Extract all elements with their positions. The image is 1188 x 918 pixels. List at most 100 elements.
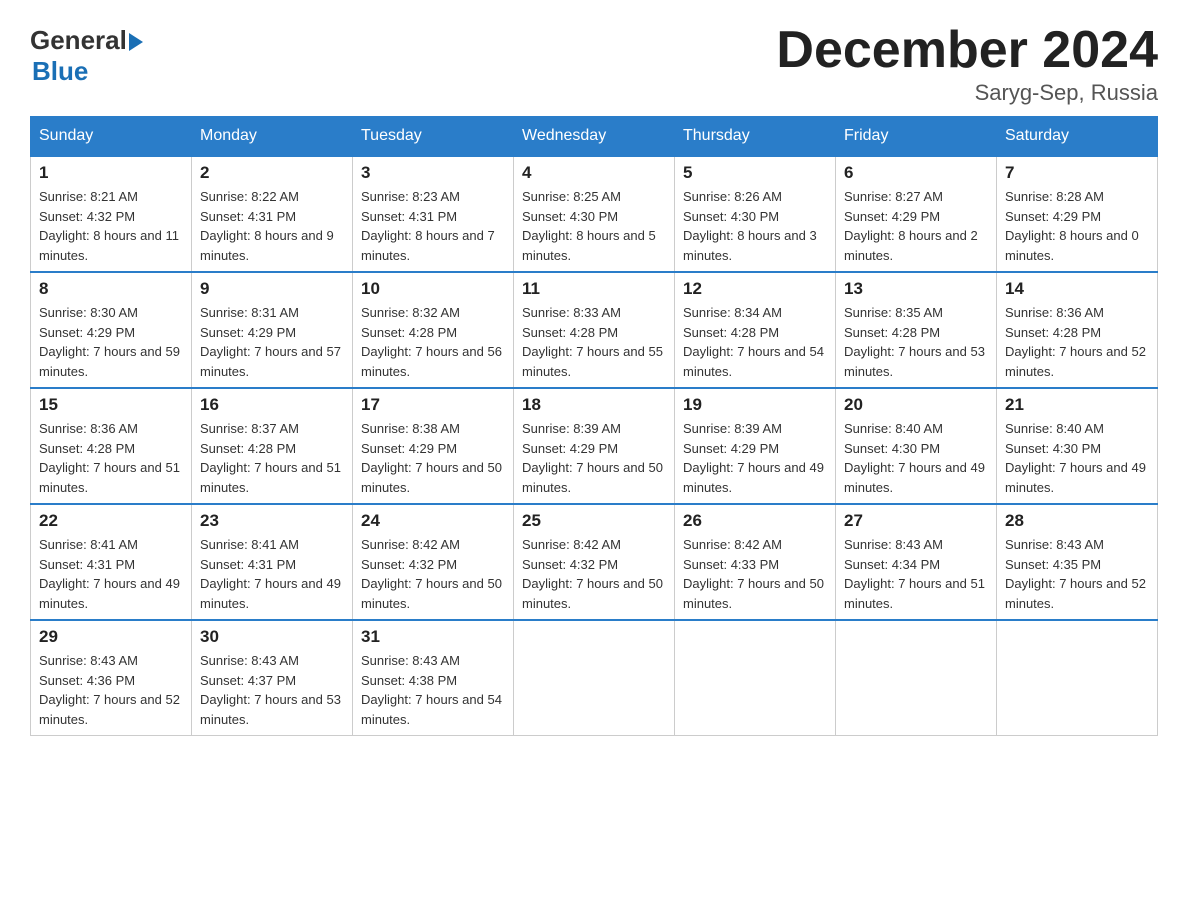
page-header: General Blue December 2024 Saryg-Sep, Ru… — [30, 20, 1158, 106]
day-info: Sunrise: 8:42 AM Sunset: 4:33 PM Dayligh… — [683, 535, 827, 613]
calendar-cell: 17 Sunrise: 8:38 AM Sunset: 4:29 PM Dayl… — [353, 388, 514, 504]
day-info: Sunrise: 8:26 AM Sunset: 4:30 PM Dayligh… — [683, 187, 827, 265]
day-info: Sunrise: 8:40 AM Sunset: 4:30 PM Dayligh… — [1005, 419, 1149, 497]
col-sunday: Sunday — [31, 117, 192, 157]
calendar-cell: 26 Sunrise: 8:42 AM Sunset: 4:33 PM Dayl… — [675, 504, 836, 620]
day-number: 24 — [361, 511, 505, 531]
calendar-cell — [675, 620, 836, 736]
logo-general-text: General — [30, 25, 127, 56]
day-number: 5 — [683, 163, 827, 183]
day-info: Sunrise: 8:30 AM Sunset: 4:29 PM Dayligh… — [39, 303, 183, 381]
calendar-cell: 3 Sunrise: 8:23 AM Sunset: 4:31 PM Dayli… — [353, 156, 514, 272]
day-number: 3 — [361, 163, 505, 183]
day-number: 27 — [844, 511, 988, 531]
day-info: Sunrise: 8:31 AM Sunset: 4:29 PM Dayligh… — [200, 303, 344, 381]
week-row-4: 22 Sunrise: 8:41 AM Sunset: 4:31 PM Dayl… — [31, 504, 1158, 620]
day-info: Sunrise: 8:32 AM Sunset: 4:28 PM Dayligh… — [361, 303, 505, 381]
day-number: 17 — [361, 395, 505, 415]
week-row-5: 29 Sunrise: 8:43 AM Sunset: 4:36 PM Dayl… — [31, 620, 1158, 736]
day-info: Sunrise: 8:23 AM Sunset: 4:31 PM Dayligh… — [361, 187, 505, 265]
calendar-cell: 24 Sunrise: 8:42 AM Sunset: 4:32 PM Dayl… — [353, 504, 514, 620]
day-info: Sunrise: 8:35 AM Sunset: 4:28 PM Dayligh… — [844, 303, 988, 381]
calendar-cell: 21 Sunrise: 8:40 AM Sunset: 4:30 PM Dayl… — [997, 388, 1158, 504]
week-row-3: 15 Sunrise: 8:36 AM Sunset: 4:28 PM Dayl… — [31, 388, 1158, 504]
col-thursday: Thursday — [675, 117, 836, 157]
calendar-cell: 22 Sunrise: 8:41 AM Sunset: 4:31 PM Dayl… — [31, 504, 192, 620]
calendar-cell: 27 Sunrise: 8:43 AM Sunset: 4:34 PM Dayl… — [836, 504, 997, 620]
calendar-cell: 7 Sunrise: 8:28 AM Sunset: 4:29 PM Dayli… — [997, 156, 1158, 272]
day-number: 9 — [200, 279, 344, 299]
day-number: 1 — [39, 163, 183, 183]
title-section: December 2024 Saryg-Sep, Russia — [776, 20, 1158, 106]
day-number: 22 — [39, 511, 183, 531]
logo: General Blue — [30, 20, 143, 87]
day-info: Sunrise: 8:36 AM Sunset: 4:28 PM Dayligh… — [1005, 303, 1149, 381]
day-info: Sunrise: 8:33 AM Sunset: 4:28 PM Dayligh… — [522, 303, 666, 381]
day-info: Sunrise: 8:43 AM Sunset: 4:36 PM Dayligh… — [39, 651, 183, 729]
calendar-cell: 20 Sunrise: 8:40 AM Sunset: 4:30 PM Dayl… — [836, 388, 997, 504]
calendar-cell — [997, 620, 1158, 736]
day-info: Sunrise: 8:43 AM Sunset: 4:38 PM Dayligh… — [361, 651, 505, 729]
day-number: 6 — [844, 163, 988, 183]
day-info: Sunrise: 8:38 AM Sunset: 4:29 PM Dayligh… — [361, 419, 505, 497]
day-info: Sunrise: 8:43 AM Sunset: 4:34 PM Dayligh… — [844, 535, 988, 613]
week-row-2: 8 Sunrise: 8:30 AM Sunset: 4:29 PM Dayli… — [31, 272, 1158, 388]
day-number: 30 — [200, 627, 344, 647]
calendar-cell: 28 Sunrise: 8:43 AM Sunset: 4:35 PM Dayl… — [997, 504, 1158, 620]
day-number: 15 — [39, 395, 183, 415]
calendar-cell: 2 Sunrise: 8:22 AM Sunset: 4:31 PM Dayli… — [192, 156, 353, 272]
day-info: Sunrise: 8:39 AM Sunset: 4:29 PM Dayligh… — [683, 419, 827, 497]
calendar-cell: 5 Sunrise: 8:26 AM Sunset: 4:30 PM Dayli… — [675, 156, 836, 272]
col-saturday: Saturday — [997, 117, 1158, 157]
page-title: December 2024 — [776, 20, 1158, 80]
calendar-cell: 30 Sunrise: 8:43 AM Sunset: 4:37 PM Dayl… — [192, 620, 353, 736]
day-info: Sunrise: 8:41 AM Sunset: 4:31 PM Dayligh… — [39, 535, 183, 613]
day-info: Sunrise: 8:25 AM Sunset: 4:30 PM Dayligh… — [522, 187, 666, 265]
calendar-cell: 15 Sunrise: 8:36 AM Sunset: 4:28 PM Dayl… — [31, 388, 192, 504]
calendar-cell: 31 Sunrise: 8:43 AM Sunset: 4:38 PM Dayl… — [353, 620, 514, 736]
day-info: Sunrise: 8:34 AM Sunset: 4:28 PM Dayligh… — [683, 303, 827, 381]
col-monday: Monday — [192, 117, 353, 157]
day-number: 4 — [522, 163, 666, 183]
day-info: Sunrise: 8:41 AM Sunset: 4:31 PM Dayligh… — [200, 535, 344, 613]
calendar-cell: 12 Sunrise: 8:34 AM Sunset: 4:28 PM Dayl… — [675, 272, 836, 388]
day-number: 2 — [200, 163, 344, 183]
logo-arrow-icon — [129, 33, 143, 51]
calendar-cell — [836, 620, 997, 736]
day-info: Sunrise: 8:39 AM Sunset: 4:29 PM Dayligh… — [522, 419, 666, 497]
day-number: 25 — [522, 511, 666, 531]
day-number: 29 — [39, 627, 183, 647]
calendar-cell: 18 Sunrise: 8:39 AM Sunset: 4:29 PM Dayl… — [514, 388, 675, 504]
week-row-1: 1 Sunrise: 8:21 AM Sunset: 4:32 PM Dayli… — [31, 156, 1158, 272]
day-info: Sunrise: 8:21 AM Sunset: 4:32 PM Dayligh… — [39, 187, 183, 265]
day-number: 31 — [361, 627, 505, 647]
calendar-cell: 11 Sunrise: 8:33 AM Sunset: 4:28 PM Dayl… — [514, 272, 675, 388]
day-info: Sunrise: 8:36 AM Sunset: 4:28 PM Dayligh… — [39, 419, 183, 497]
day-number: 11 — [522, 279, 666, 299]
day-info: Sunrise: 8:42 AM Sunset: 4:32 PM Dayligh… — [522, 535, 666, 613]
day-number: 23 — [200, 511, 344, 531]
calendar-cell: 6 Sunrise: 8:27 AM Sunset: 4:29 PM Dayli… — [836, 156, 997, 272]
day-number: 10 — [361, 279, 505, 299]
calendar-cell: 29 Sunrise: 8:43 AM Sunset: 4:36 PM Dayl… — [31, 620, 192, 736]
day-number: 12 — [683, 279, 827, 299]
calendar-cell: 14 Sunrise: 8:36 AM Sunset: 4:28 PM Dayl… — [997, 272, 1158, 388]
day-number: 16 — [200, 395, 344, 415]
day-info: Sunrise: 8:43 AM Sunset: 4:35 PM Dayligh… — [1005, 535, 1149, 613]
day-info: Sunrise: 8:37 AM Sunset: 4:28 PM Dayligh… — [200, 419, 344, 497]
day-number: 20 — [844, 395, 988, 415]
day-info: Sunrise: 8:22 AM Sunset: 4:31 PM Dayligh… — [200, 187, 344, 265]
calendar-cell: 25 Sunrise: 8:42 AM Sunset: 4:32 PM Dayl… — [514, 504, 675, 620]
calendar-body: 1 Sunrise: 8:21 AM Sunset: 4:32 PM Dayli… — [31, 156, 1158, 736]
calendar-cell: 9 Sunrise: 8:31 AM Sunset: 4:29 PM Dayli… — [192, 272, 353, 388]
col-wednesday: Wednesday — [514, 117, 675, 157]
day-number: 26 — [683, 511, 827, 531]
day-info: Sunrise: 8:43 AM Sunset: 4:37 PM Dayligh… — [200, 651, 344, 729]
calendar-cell: 23 Sunrise: 8:41 AM Sunset: 4:31 PM Dayl… — [192, 504, 353, 620]
day-number: 19 — [683, 395, 827, 415]
day-number: 14 — [1005, 279, 1149, 299]
day-info: Sunrise: 8:28 AM Sunset: 4:29 PM Dayligh… — [1005, 187, 1149, 265]
days-of-week-row: Sunday Monday Tuesday Wednesday Thursday… — [31, 117, 1158, 157]
calendar-cell: 1 Sunrise: 8:21 AM Sunset: 4:32 PM Dayli… — [31, 156, 192, 272]
calendar-cell: 4 Sunrise: 8:25 AM Sunset: 4:30 PM Dayli… — [514, 156, 675, 272]
